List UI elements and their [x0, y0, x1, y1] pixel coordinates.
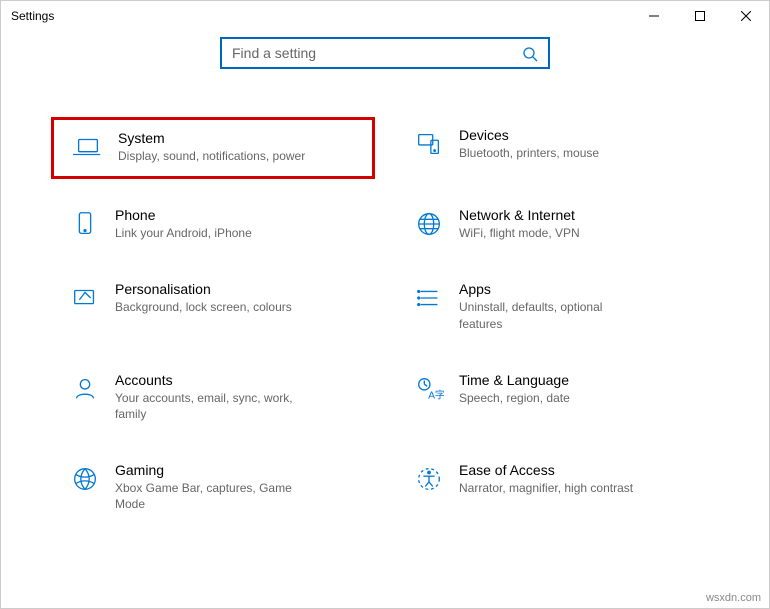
tile-time-language[interactable]: A字 Time & Language Speech, region, date — [395, 362, 719, 434]
tile-title: Time & Language — [459, 372, 570, 388]
search-input[interactable] — [232, 45, 538, 61]
globe-icon — [414, 209, 444, 239]
tile-title: Devices — [459, 127, 599, 143]
tile-title: Gaming — [115, 462, 305, 478]
tile-desc: Your accounts, email, sync, work, family — [115, 390, 305, 422]
tile-desc: Uninstall, defaults, optional features — [459, 299, 649, 331]
titlebar: Settings — [1, 1, 769, 31]
minimize-icon — [649, 11, 659, 21]
tile-gaming[interactable]: Gaming Xbox Game Bar, captures, Game Mod… — [51, 452, 375, 524]
search-wrap — [1, 31, 769, 89]
tile-title: Accounts — [115, 372, 305, 388]
window-title: Settings — [11, 9, 54, 23]
personalisation-icon — [70, 283, 100, 313]
tile-title: Ease of Access — [459, 462, 633, 478]
tile-desc: Display, sound, notifications, power — [118, 148, 305, 164]
laptop-icon — [73, 132, 103, 162]
close-button[interactable] — [723, 1, 769, 31]
ease-of-access-icon — [414, 464, 444, 494]
tile-network[interactable]: Network & Internet WiFi, flight mode, VP… — [395, 197, 719, 253]
tile-personalisation[interactable]: Personalisation Background, lock screen,… — [51, 271, 375, 343]
tile-system[interactable]: System Display, sound, notifications, po… — [51, 117, 375, 179]
tile-accounts[interactable]: Accounts Your accounts, email, sync, wor… — [51, 362, 375, 434]
minimize-button[interactable] — [631, 1, 677, 31]
tile-desc: Xbox Game Bar, captures, Game Mode — [115, 480, 305, 512]
time-language-icon: A字 — [414, 374, 444, 404]
settings-content: System Display, sound, notifications, po… — [1, 31, 769, 545]
tile-title: Network & Internet — [459, 207, 580, 223]
tile-desc: Background, lock screen, colours — [115, 299, 292, 315]
accounts-icon — [70, 374, 100, 404]
tile-phone[interactable]: Phone Link your Android, iPhone — [51, 197, 375, 253]
watermark: wsxdn.com — [706, 592, 761, 604]
tile-devices[interactable]: Devices Bluetooth, printers, mouse — [395, 117, 719, 179]
search-box[interactable] — [220, 37, 550, 69]
devices-icon — [414, 129, 444, 159]
tile-ease-of-access[interactable]: Ease of Access Narrator, magnifier, high… — [395, 452, 719, 524]
tile-title: System — [118, 130, 305, 146]
settings-grid: System Display, sound, notifications, po… — [1, 89, 769, 525]
tile-desc: Bluetooth, printers, mouse — [459, 145, 599, 161]
tile-title: Personalisation — [115, 281, 292, 297]
tile-apps[interactable]: Apps Uninstall, defaults, optional featu… — [395, 271, 719, 343]
apps-icon — [414, 283, 444, 313]
tile-desc: Link your Android, iPhone — [115, 225, 252, 241]
maximize-icon — [695, 11, 705, 21]
window-controls — [631, 1, 769, 31]
phone-icon — [70, 209, 100, 239]
tile-title: Phone — [115, 207, 252, 223]
tile-desc: Narrator, magnifier, high contrast — [459, 480, 633, 496]
tile-desc: Speech, region, date — [459, 390, 570, 406]
maximize-button[interactable] — [677, 1, 723, 31]
search-icon — [522, 46, 538, 67]
gaming-icon — [70, 464, 100, 494]
svg-text:A字: A字 — [428, 388, 444, 401]
tile-title: Apps — [459, 281, 649, 297]
tile-desc: WiFi, flight mode, VPN — [459, 225, 580, 241]
close-icon — [741, 11, 751, 21]
